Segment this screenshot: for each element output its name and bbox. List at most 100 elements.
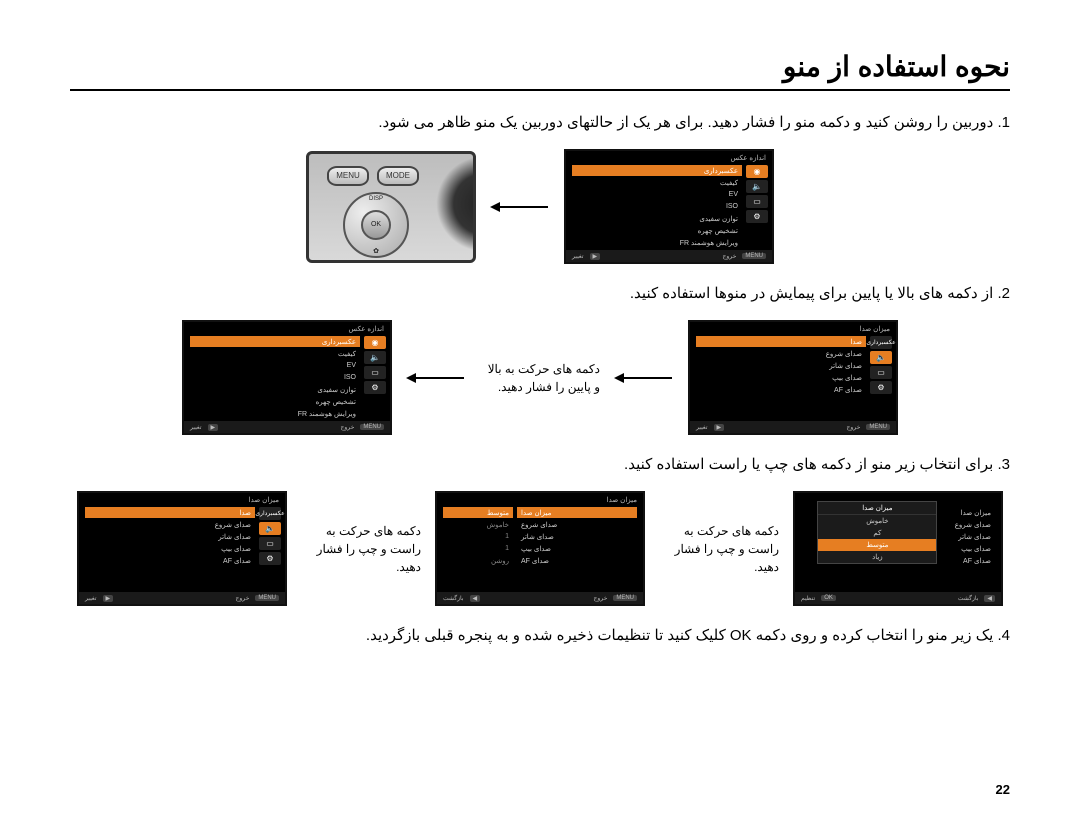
step-3-text: 3. برای انتخاب زیر منو از دکمه های چپ یا… xyxy=(70,453,1010,477)
macro-icon: ✿ xyxy=(343,247,409,255)
list-item[interactable]: صدای شروع xyxy=(696,348,866,359)
list-item[interactable]: صدا xyxy=(85,507,255,518)
menu-button[interactable]: MENU xyxy=(327,166,369,186)
tab-shoot[interactable]: عکسبرداری xyxy=(259,507,281,520)
list-item[interactable]: صدای AF xyxy=(517,555,637,566)
value-item: 1 xyxy=(443,531,513,542)
popup-option[interactable]: خاموش xyxy=(818,515,936,527)
screen-header: اندازه عکس xyxy=(731,154,766,162)
speaker-icon: 🔈 xyxy=(370,353,380,362)
list-item[interactable]: صدای شروع xyxy=(517,519,637,530)
tab-shoot[interactable]: ◉ xyxy=(364,336,386,349)
list-item[interactable]: ISO xyxy=(190,372,360,383)
list-item[interactable]: عکسبرداری xyxy=(572,165,742,176)
step-1-text: 1. دوربین را روشن کنید و دکمه منو را فشا… xyxy=(70,111,1010,135)
display-icon: ▭ xyxy=(266,539,274,548)
popup-option[interactable]: زیاد xyxy=(818,551,936,563)
step-2-row: اندازه عکس ◉ 🔈 ▭ ⚙ عکسبرداری کیفیت EV IS… xyxy=(70,320,1010,435)
volume-popup: میزان صدا خاموش کم متوسط زیاد xyxy=(817,501,937,564)
screen-shoot-menu-2: اندازه عکس ◉ 🔈 ▭ ⚙ عکسبرداری کیفیت EV IS… xyxy=(182,320,392,435)
dpad-up-label: DISP xyxy=(343,196,409,202)
list-item[interactable]: صدای شروع xyxy=(85,519,255,530)
menu-list: عکسبرداری کیفیت EV ISO توازن سفیدی تشخیص… xyxy=(572,165,742,248)
page-title: نحوه استفاده از منو xyxy=(70,50,1010,83)
list-item[interactable]: صدای بیپ xyxy=(696,372,866,383)
value-item: متوسط xyxy=(443,507,513,518)
camera-icon: ◉ xyxy=(372,338,379,347)
list-item[interactable]: عکسبرداری xyxy=(190,336,360,347)
value-item: 1 xyxy=(443,543,513,554)
menu-tabs: ◉ 🔈 ▭ ⚙ xyxy=(746,165,768,223)
list-item[interactable]: صدای شاتر xyxy=(517,531,637,542)
list-item[interactable]: کیفیت xyxy=(572,177,742,188)
list-item[interactable]: EV xyxy=(190,360,360,371)
list-item[interactable]: صدای شاتر xyxy=(85,531,255,542)
list-item: صدای شروع xyxy=(935,519,995,530)
tab-settings[interactable]: ⚙ xyxy=(746,210,768,223)
arrow-left-icon xyxy=(614,371,674,385)
tab-sound[interactable]: 🔈 xyxy=(364,351,386,364)
tab-sound[interactable]: 🔈 xyxy=(746,180,768,193)
gear-icon: ⚙ xyxy=(877,383,884,392)
mode-button[interactable]: MODE xyxy=(377,166,419,186)
instruction-updown: دکمه های حرکت به بالا و پایین را فشار ده… xyxy=(480,360,600,396)
list-item[interactable]: صدای بیپ xyxy=(517,543,637,554)
instruction-leftright-b: دکمه های حرکت به راست و چپ را فشار دهید. xyxy=(659,522,779,576)
screen-sound-values: میزان صدا میزان صدا صدای شروع صدای شاتر … xyxy=(435,491,645,606)
tab-shoot[interactable]: ◉ xyxy=(746,165,768,178)
arrow-left-icon xyxy=(406,371,466,385)
list-item[interactable]: EV xyxy=(572,189,742,200)
screen-header: میزان صدا xyxy=(860,325,890,333)
list-item[interactable]: کیفیت xyxy=(190,348,360,359)
instruction-leftright-a: دکمه های حرکت به راست و چپ را فشار دهید. xyxy=(301,522,421,576)
screen-sound-menu: میزان صدا عکسبرداری 🔈 ▭ ⚙ صدا صدای شروع … xyxy=(688,320,898,435)
play-chip: ▶ xyxy=(590,253,601,260)
list-item[interactable]: صدای بیپ xyxy=(85,543,255,554)
gear-icon: ⚙ xyxy=(266,554,273,563)
lens-shadow xyxy=(418,148,473,260)
dpad[interactable]: DISP OK ✿ xyxy=(343,192,409,258)
tab-display[interactable]: ▭ xyxy=(746,195,768,208)
list-item: میزان صدا xyxy=(935,507,995,518)
tab-sound[interactable]: 🔈 xyxy=(870,351,892,364)
list-item[interactable]: تشخیص چهره xyxy=(190,396,360,407)
list-item[interactable]: صدای شاتر xyxy=(696,360,866,371)
menu-chip: MENU xyxy=(742,253,766,259)
list-item[interactable]: ویرایش هوشمند FR xyxy=(190,408,360,419)
step-4-text: 4. یک زیر منو را انتخاب کرده و روی دکمه … xyxy=(70,624,1010,648)
display-icon: ▭ xyxy=(371,368,379,377)
popup-title: میزان صدا xyxy=(818,502,936,515)
camera-body-diagram: MENU MODE DISP OK ✿ xyxy=(306,151,476,263)
tab-display[interactable]: ▭ xyxy=(364,366,386,379)
tab-sound[interactable]: 🔈 xyxy=(259,522,281,535)
step-2-text: 2. از دکمه های بالا یا پایین برای پیمایش… xyxy=(70,282,1010,306)
screen-header: اندازه عکس xyxy=(349,325,384,333)
tab-display[interactable]: ▭ xyxy=(259,537,281,550)
list-item[interactable]: ویرایش هوشمند FR xyxy=(572,237,742,248)
tab-display[interactable]: ▭ xyxy=(870,366,892,379)
list-item[interactable]: صدای AF xyxy=(696,384,866,395)
tab-shoot[interactable]: عکسبرداری xyxy=(870,336,892,349)
gear-icon: ⚙ xyxy=(753,212,760,221)
page-number: 22 xyxy=(996,782,1010,797)
screen-footer: MENUخروج ▶تغییر xyxy=(566,250,772,262)
list-item[interactable]: صدای AF xyxy=(85,555,255,566)
list-item[interactable]: تشخیص چهره xyxy=(572,225,742,236)
step-3-row: میزان صدا عکسبرداری 🔈 ▭ ⚙ صدا صدای شروع … xyxy=(70,491,1010,606)
popup-option[interactable]: متوسط xyxy=(818,539,936,551)
list-item: صدای AF xyxy=(935,555,995,566)
list-item[interactable]: ISO xyxy=(572,201,742,212)
list-item[interactable]: توازن سفیدی xyxy=(190,384,360,395)
popup-option[interactable]: کم xyxy=(818,527,936,539)
tab-settings[interactable]: ⚙ xyxy=(870,381,892,394)
list-item[interactable]: میزان صدا xyxy=(517,507,637,518)
value-item: روشن xyxy=(443,555,513,566)
ok-button[interactable]: OK xyxy=(361,210,391,240)
speaker-icon: 🔈 xyxy=(265,524,275,533)
tab-settings[interactable]: ⚙ xyxy=(364,381,386,394)
list-item[interactable]: توازن سفیدی xyxy=(572,213,742,224)
camera-icon: ◉ xyxy=(754,167,761,176)
list-item[interactable]: صدا xyxy=(696,336,866,347)
tab-settings[interactable]: ⚙ xyxy=(259,552,281,565)
gear-icon: ⚙ xyxy=(371,383,378,392)
